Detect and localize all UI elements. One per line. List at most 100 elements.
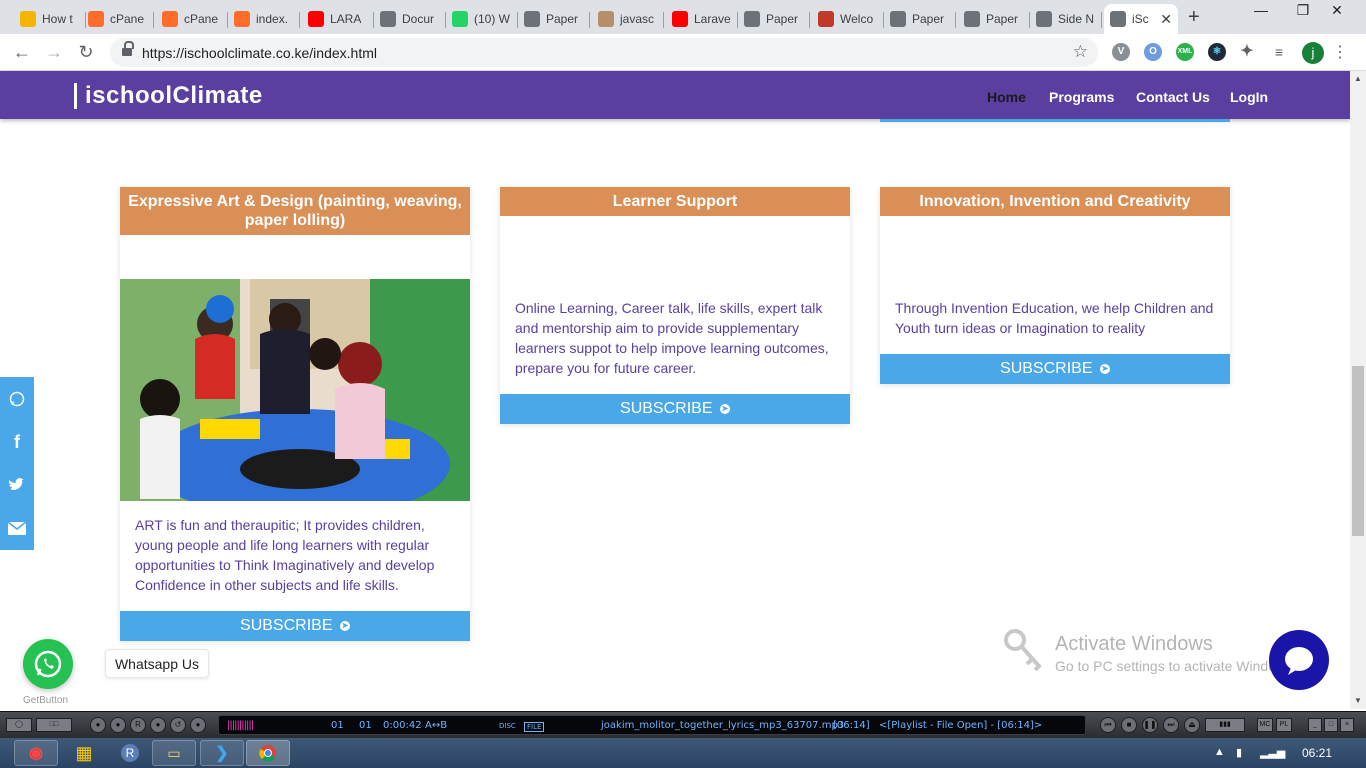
close-window-icon[interactable]: ✕ [1322,2,1352,19]
menu-kebab-icon[interactable]: ⋮ [1330,42,1350,62]
browser-tab[interactable]: Paper [518,4,590,34]
browser-tab[interactable]: How t [14,4,86,34]
browser-tab[interactable]: LARA [302,4,374,34]
ab-repeat[interactable]: A↔B [425,720,447,731]
globe-icon [744,11,760,27]
scroll-down-icon[interactable]: ▼ [1350,693,1366,709]
player-restore-icon[interactable]: □ [1324,718,1338,732]
twitter-share-icon[interactable] [0,463,34,507]
nav-contact-us[interactable]: Contact Us [1136,89,1210,105]
key-icon [1004,629,1042,672]
subscribe-button[interactable]: SUBSCRIBE ➤ [500,394,850,424]
browser-tab[interactable]: Paper [884,4,956,34]
browser-tab[interactable]: (10) W [446,4,518,34]
back-icon[interactable]: ← [10,42,34,63]
playlist-status: <[Playlist - File Open] - [06:14]> [879,720,1043,731]
pause-icon[interactable]: ❚❚ [1142,717,1158,733]
volume-slider[interactable]: ▮▮▮ [1205,718,1245,732]
reload-icon[interactable]: ↻ [74,42,98,63]
network-signal-icon[interactable]: ▂▃▅ [1260,746,1285,759]
bookmark-star-icon[interactable]: ☆ [1073,42,1088,62]
browser-tab[interactable]: javasc [592,4,664,34]
new-tab-button[interactable]: + [1188,6,1200,29]
subscribe-button[interactable]: SUBSCRIBE ➤ [120,611,470,641]
url-text[interactable]: https://ischoolclimate.co.ke/index.html [142,45,377,61]
player-option-icon[interactable]: ● [150,717,166,733]
tray-expand-icon[interactable]: ▲ [1214,746,1225,758]
player-option-icon[interactable]: ● [190,717,206,733]
site-logo[interactable]: ischoolClimate [74,83,263,109]
browser-tab[interactable]: cPane [156,4,228,34]
next-track-icon[interactable]: ⏭ [1163,717,1179,733]
facebook-share-icon[interactable]: f [0,420,34,464]
tab-label: (10) W [474,12,510,26]
cpanel-icon [162,11,178,27]
player-option-icon[interactable]: ● [110,717,126,733]
vscode-icon[interactable]: ❯ [200,740,244,766]
browser-tab[interactable]: iSc ✕ [1104,4,1178,34]
player-option-icon[interactable]: ● [90,717,106,733]
scroll-up-icon[interactable]: ▲ [1350,71,1366,87]
player-mode-buttons[interactable]: □□ [36,718,72,732]
nav-programs[interactable]: Programs [1049,89,1114,105]
pl-button[interactable]: PL [1276,718,1292,732]
player-option-icon[interactable]: ↺ [170,717,186,733]
restore-icon[interactable]: ❐ [1288,2,1318,19]
browser-tab[interactable]: Side N [1030,4,1102,34]
opera-icon[interactable]: ◉ [14,740,58,766]
tab-label: iSc [1132,12,1149,26]
file-explorer-icon[interactable]: ▭ [152,740,196,766]
site-header: ischoolClimate Home Programs Contact Us … [0,71,1350,119]
lock-icon [122,41,134,57]
stop-icon[interactable]: ■ [1121,717,1137,733]
minimize-icon[interactable]: — [1246,2,1276,18]
browser-toolbar: ← → ↻ https://ischoolclimate.co.ke/index… [0,34,1366,71]
browser-tab[interactable]: cPane [82,4,154,34]
scroll-thumb[interactable] [1352,366,1364,536]
nav-home[interactable]: Home [987,89,1026,105]
r-app-icon[interactable]: R [108,740,152,766]
media-queue-icon[interactable]: ≡ [1270,43,1288,61]
xml-extension-icon[interactable]: XML [1176,43,1194,61]
email-share-icon[interactable] [0,506,34,550]
tab-separator [955,12,956,28]
browser-tab[interactable]: Paper [738,4,810,34]
browser-tab[interactable]: Docur [374,4,446,34]
whatsapp-us-label[interactable]: Whatsapp Us [105,649,209,678]
page-extension-icon[interactable]: O [1144,43,1162,61]
subscribe-button[interactable]: SUBSCRIBE ➤ [880,354,1230,384]
browser-tab[interactable]: Paper [958,4,1030,34]
taskbar-clock[interactable]: 06:21 [1302,746,1332,760]
browser-tab[interactable]: Welco [812,4,884,34]
player-close-icon[interactable]: × [1340,718,1354,732]
browser-tab[interactable]: Larave [666,4,738,34]
profile-avatar[interactable]: j [1302,42,1324,64]
battery-icon[interactable]: ▮ [1236,746,1242,759]
program-card-learner-support: Learner Support Online Learning, Career … [500,187,850,424]
vertical-scrollbar[interactable]: ▲ ▼ [1350,71,1366,709]
previous-track-icon[interactable]: ⏮ [1100,717,1116,733]
player-option-icon[interactable]: R [130,717,146,733]
folder-icon [20,11,36,27]
react-devtools-icon[interactable]: ⚛ [1208,43,1226,61]
eject-icon[interactable]: ⏏ [1184,717,1200,733]
getbutton-credit[interactable]: GetButton [23,695,68,706]
forward-icon[interactable]: → [42,42,66,63]
address-bar[interactable]: https://ischoolclimate.co.ke/index.html … [110,38,1098,67]
nav-login[interactable]: LogIn [1230,89,1268,105]
tab-separator [809,12,810,28]
close-tab-icon[interactable]: ✕ [1160,11,1172,28]
live-chat-button[interactable] [1269,630,1329,690]
extensions-puzzle-icon[interactable]: ✦ [1238,43,1256,61]
tab-label: cPane [184,12,219,26]
player-logo-icon[interactable]: ◯ [6,718,32,732]
whatsapp-share-icon[interactable] [0,377,34,421]
windows-logo-icon[interactable]: ▦ [62,740,106,766]
browser-tab[interactable]: index. [228,4,300,34]
mc-button[interactable]: MC [1257,718,1273,732]
chrome-icon[interactable] [246,740,290,766]
globe-icon [380,11,396,27]
vimeo-extension-icon[interactable]: V [1112,43,1130,61]
player-minimize-icon[interactable]: _ [1308,718,1322,732]
whatsapp-chat-button[interactable] [23,639,73,689]
